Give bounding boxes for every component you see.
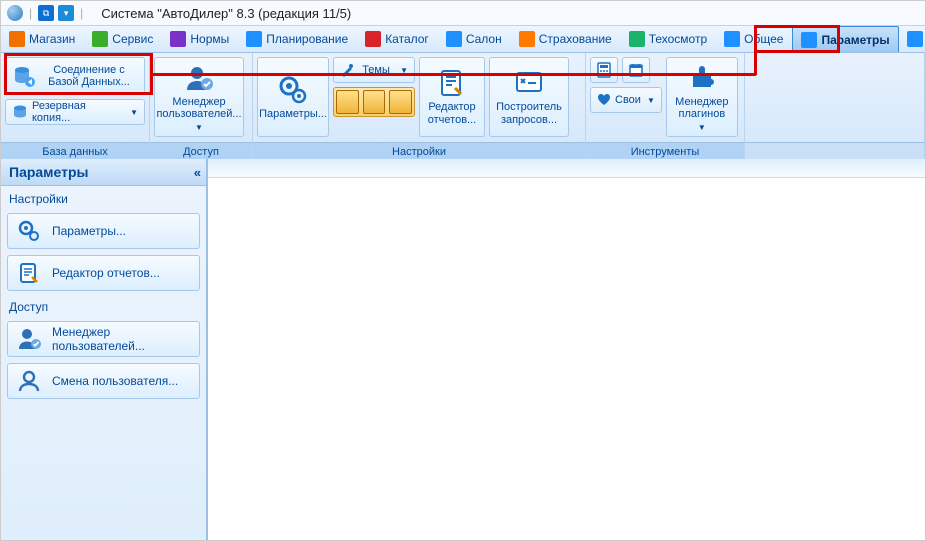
tab-strahovanie[interactable]: Страхование (511, 26, 621, 52)
puzzle-icon (686, 62, 718, 94)
user-icon (183, 62, 215, 94)
parameters-button[interactable]: Параметры... (257, 57, 329, 137)
ribbon: Соединение с Базой Данных... Резервная к… (1, 53, 925, 162)
calendar-icon (628, 62, 644, 78)
ribbon-group-access: Менеджер пользователей... ▼ Доступ (150, 53, 253, 161)
gears-icon (277, 74, 309, 106)
tab-label: Параметры (821, 33, 889, 47)
theme-swatch-3[interactable] (389, 90, 412, 114)
separator: | (80, 6, 83, 20)
tab-label: Каталог (385, 32, 429, 46)
query-icon (513, 67, 545, 99)
themes-dropdown[interactable]: Темы ▼ (333, 57, 415, 83)
side-section-settings: Настройки (1, 186, 206, 210)
button-label: Менеджер плагинов (669, 96, 735, 121)
side-report-editor-button[interactable]: Редактор отчетов... (7, 255, 200, 291)
chevron-down-icon: ▼ (647, 96, 655, 105)
database-backup-icon (12, 104, 28, 120)
button-label: Параметры... (259, 108, 327, 121)
button-label: Построитель запросов... (492, 101, 566, 126)
tab-label: Планирование (266, 32, 348, 46)
tool-calc-button[interactable] (590, 57, 618, 83)
backup-button[interactable]: Резервная копия... ▼ (5, 99, 145, 125)
collapse-icon[interactable]: « (194, 165, 198, 180)
window-title: Система "АвтоДилер" 8.3 (редакция 11/5) (101, 6, 351, 21)
report-editor-button[interactable]: Редактор отчетов... (419, 57, 485, 137)
chevron-down-icon: ▼ (698, 123, 706, 132)
report-icon (16, 260, 42, 286)
ribbon-group-empty (745, 53, 925, 161)
user-icon (16, 326, 42, 352)
side-item-label: Менеджер пользователей... (52, 325, 191, 353)
side-user-manager-button[interactable]: Менеджер пользователей... (7, 321, 200, 357)
tab-label: Общее (744, 32, 783, 46)
qat-window-icon[interactable]: ▾ (58, 5, 74, 21)
side-item-label: Параметры... (52, 224, 126, 238)
title-bar: | ⧉ ▾ | Система "АвтоДилер" 8.3 (редакци… (1, 1, 925, 25)
tab-label: Магазин (29, 32, 75, 46)
chevron-down-icon: ▼ (130, 108, 138, 117)
app-icon (7, 5, 23, 21)
tab-obshee[interactable]: Общее (716, 26, 792, 52)
side-switch-user-button[interactable]: Смена пользователя... (7, 363, 200, 399)
button-label: Свои (615, 94, 641, 106)
own-dropdown[interactable]: Свои ▼ (590, 87, 662, 113)
ribbon-group-database: Соединение с Базой Данных... Резервная к… (1, 53, 150, 161)
side-header: Параметры « (1, 159, 206, 186)
side-item-label: Смена пользователя... (52, 374, 178, 388)
tab-label: Страхование (539, 32, 612, 46)
button-label: Менеджер пользователей... (156, 96, 241, 121)
chevron-down-icon: ▼ (400, 66, 408, 75)
content-area (207, 159, 925, 540)
paint-icon (340, 63, 354, 77)
ribbon-group-tools: Свои ▼ Менеджер плагинов ▼ Инструменты (586, 53, 745, 161)
user-manager-button[interactable]: Менеджер пользователей... ▼ (154, 57, 244, 137)
side-section-access: Доступ (1, 294, 206, 318)
theme-swatch-1[interactable] (336, 90, 359, 114)
tab-label: Сервис (112, 32, 153, 46)
main-tabstrip: Магазин Сервис Нормы Планирование Катало… (1, 25, 925, 53)
tab-magazin[interactable]: Магазин (1, 26, 84, 52)
tab-parametry[interactable]: Параметры (792, 26, 898, 52)
calculator-icon (596, 62, 612, 78)
chevron-down-icon: ▼ (195, 123, 203, 132)
button-label: Резервная копия... (32, 100, 124, 124)
tab-salon[interactable]: Салон (438, 26, 511, 52)
side-parameters-button[interactable]: Параметры... (7, 213, 200, 249)
plugin-manager-button[interactable]: Менеджер плагинов ▼ (666, 57, 738, 137)
tab-planirovanie[interactable]: Планирование (238, 26, 357, 52)
tab-katalog[interactable]: Каталог (357, 26, 438, 52)
tab-label: Техосмотр (649, 32, 707, 46)
qat-copy-icon[interactable]: ⧉ (38, 5, 54, 21)
switch-user-icon (16, 368, 42, 394)
separator: | (29, 6, 32, 20)
tab-sistema[interactable]: Система (899, 26, 926, 52)
heart-icon (597, 93, 611, 107)
ribbon-group-settings: Параметры... Темы ▼ (253, 53, 586, 161)
tab-tehosmotr[interactable]: Техосмотр (621, 26, 716, 52)
report-icon (436, 67, 468, 99)
tool-calendar-button[interactable] (622, 57, 650, 83)
connect-db-button[interactable]: Соединение с Базой Данных... (5, 57, 145, 95)
gears-icon (16, 218, 42, 244)
button-label: Темы (362, 64, 390, 76)
button-label: Редактор отчетов... (422, 101, 482, 126)
tab-label: Нормы (190, 32, 229, 46)
database-icon (12, 64, 36, 88)
query-builder-button[interactable]: Построитель запросов... (489, 57, 569, 137)
side-item-label: Редактор отчетов... (52, 266, 160, 280)
button-label: Соединение с Базой Данных... (40, 64, 138, 88)
tab-servis[interactable]: Сервис (84, 26, 162, 52)
side-panel: Параметры « Настройки Параметры... Редак… (1, 159, 207, 540)
tab-normy[interactable]: Нормы (162, 26, 238, 52)
tab-label: Салон (466, 32, 502, 46)
theme-swatch-2[interactable] (363, 90, 386, 114)
side-title: Параметры (9, 164, 89, 180)
